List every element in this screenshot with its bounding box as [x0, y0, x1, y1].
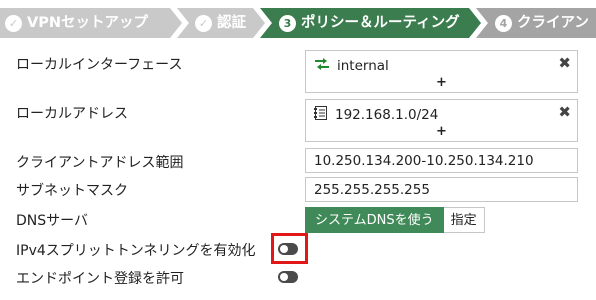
local-interface-label: ローカルインターフェース — [16, 57, 183, 73]
step-number-badge: 4 — [495, 14, 512, 32]
dns-option-system[interactable]: システムDNSを使う — [305, 207, 444, 233]
client-address-range-input[interactable] — [305, 148, 578, 173]
wizard-step-label: クライアン — [517, 15, 589, 31]
local-address-chip: 192.168.1.0/24 — [314, 106, 439, 124]
subnet-mask-label: サブネットマスク — [16, 183, 128, 199]
remove-icon[interactable]: ✖ — [558, 54, 571, 72]
local-interface-value: internal — [337, 58, 389, 74]
local-interface-chip: internal — [314, 58, 389, 74]
local-interface-field[interactable]: internal ✖ + — [305, 50, 578, 93]
annotation-highlight-box — [271, 233, 308, 264]
client-address-range-label: クライアントアドレス範囲 — [16, 155, 184, 171]
ipv4-split-tunneling-label: IPv4スプリットトンネリングを有効化 — [16, 243, 256, 259]
dns-option-specify[interactable]: 指定 — [443, 207, 485, 233]
wizard-step-label: ポリシー＆ルーティング — [301, 15, 460, 31]
dns-server-selector: システムDNSを使う 指定 — [305, 207, 485, 233]
wizard-steps: ✓ VPNセットアップ ✓ 認証 3 ポリシー＆ルーティング 4 クライアン — [0, 0, 596, 43]
wizard-step-policy-routing[interactable]: 3 ポリシー＆ルーティング — [260, 8, 481, 38]
local-address-label: ローカルアドレス — [16, 106, 128, 122]
local-address-field[interactable]: 192.168.1.0/24 ✖ + — [305, 99, 578, 142]
check-icon: ✓ — [5, 14, 22, 32]
toggle-knob — [280, 273, 288, 281]
subnet-mask-input[interactable] — [305, 177, 578, 202]
interface-icon — [314, 58, 330, 74]
wizard-step-client[interactable]: 4 クライアン — [476, 8, 596, 38]
wizard-step-label: VPNセットアップ — [27, 15, 148, 31]
wizard-step-vpn-setup[interactable]: ✓ VPNセットアップ — [0, 8, 182, 38]
add-entry-button[interactable]: + — [436, 75, 447, 90]
wizard-step-auth[interactable]: ✓ 認証 — [177, 8, 265, 38]
local-address-value: 192.168.1.0/24 — [335, 107, 439, 123]
endpoint-registration-label: エンドポイント登録を許可 — [16, 271, 184, 287]
dns-server-label: DNSサーバ — [16, 213, 88, 229]
step-number-badge: 3 — [279, 14, 296, 32]
add-entry-button[interactable]: + — [436, 124, 447, 139]
endpoint-registration-toggle[interactable] — [278, 271, 298, 283]
remove-icon[interactable]: ✖ — [558, 103, 571, 121]
address-object-icon — [314, 106, 328, 124]
check-icon: ✓ — [195, 14, 212, 32]
wizard-step-label: 認証 — [217, 15, 246, 31]
